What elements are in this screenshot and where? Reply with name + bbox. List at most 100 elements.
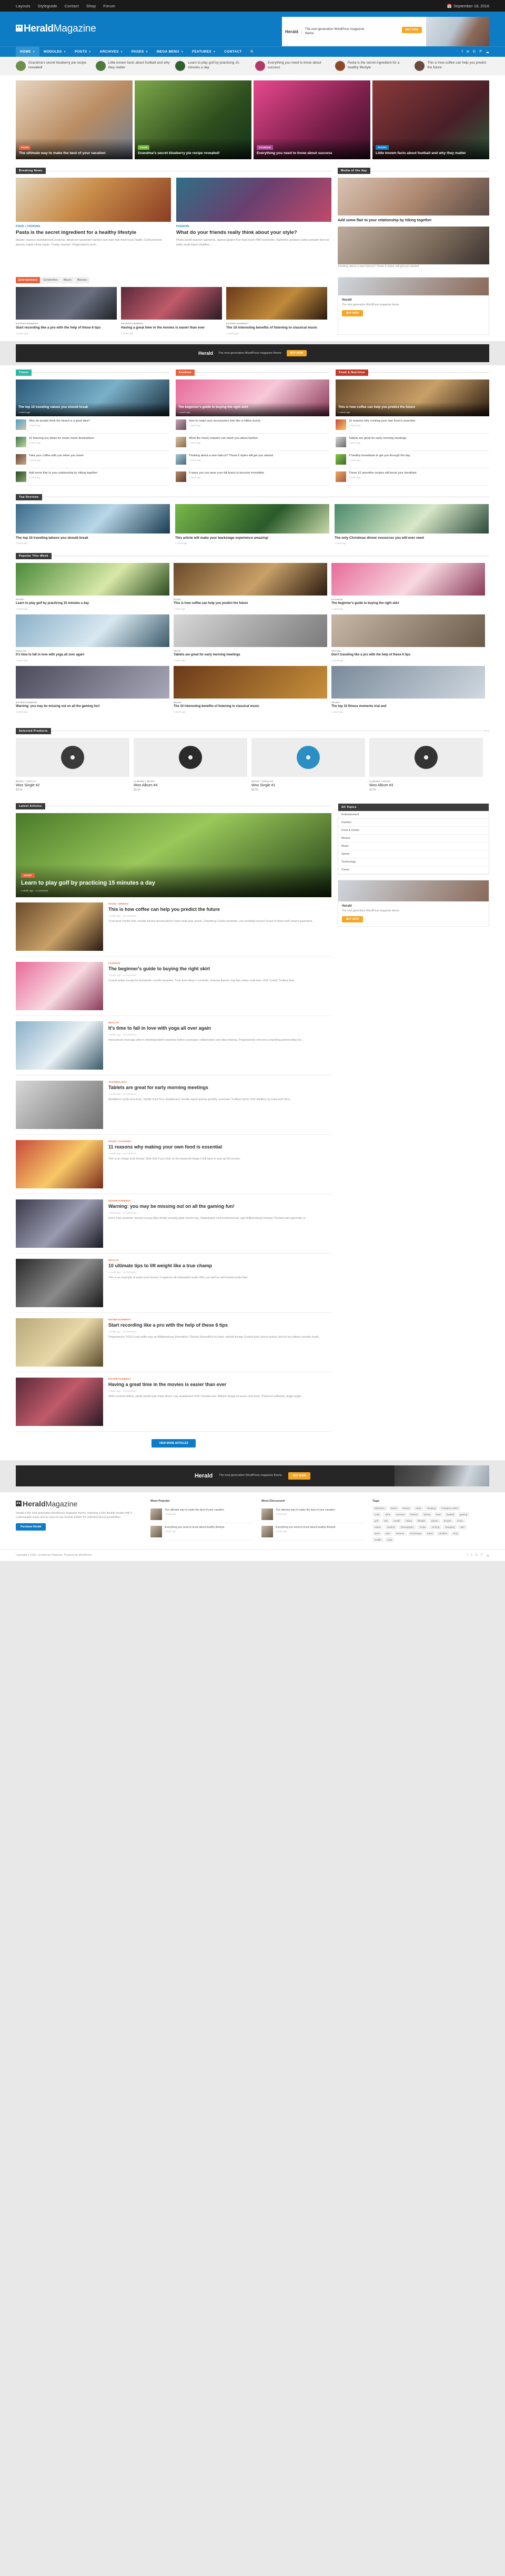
column-list-item[interactable]: What the music industry can teach you ab… (176, 434, 329, 451)
topic-link[interactable]: Fashion (338, 819, 489, 827)
google-plus-icon[interactable]: G (475, 1554, 478, 1557)
tag-chip[interactable]: drink (383, 1512, 392, 1517)
column-list-item[interactable]: 6 healthy breakfasts to get you through … (336, 451, 489, 468)
hero-card[interactable]: FASHION Everything you need to know about… (254, 80, 370, 159)
nav-item-archives[interactable]: ARCHIVES ▼ (96, 47, 127, 57)
tag-chip[interactable]: nutrition (385, 1524, 398, 1530)
ad-buy-button[interactable]: BUY NOW (286, 350, 307, 356)
review-card[interactable]: This article will make your backstage ex… (175, 504, 329, 545)
featured-article[interactable]: SPORT Learn to play golf by practicing 1… (16, 813, 331, 897)
header-ad-banner[interactable]: Herald The next generation WordPress mag… (282, 17, 489, 46)
topic-link[interactable]: Music (338, 843, 489, 850)
article-row[interactable]: HEALTH It's time to fall in love with yog… (16, 1016, 331, 1075)
tab-item[interactable]: Entertainment (16, 277, 41, 284)
footer-post[interactable]: Everything you need to know about health… (261, 1523, 364, 1541)
nav-item-mega-menu[interactable]: MEGA MENU ▼ (153, 47, 188, 57)
tag-chip[interactable]: vacation (436, 1531, 450, 1536)
nav-item-home[interactable]: HOME ▼ (16, 47, 39, 57)
hero-card[interactable]: FOOD The ultimate way to make the best of… (16, 80, 133, 159)
product-card[interactable]: MUSIC / VINYLS Woo Single #2 $3.00 (16, 737, 129, 792)
products-pager[interactable]: 4 of 4 (481, 730, 490, 732)
tag-chip[interactable]: movies (441, 1518, 453, 1523)
tag-chip[interactable]: football (444, 1512, 456, 1517)
topic-link[interactable]: Movies (338, 835, 489, 843)
column-list-item[interactable]: These 10 smoothie recipes will boost you… (336, 468, 489, 486)
column-list-item[interactable]: Thinking about a new haircut? These 6 st… (176, 451, 329, 468)
topic-link[interactable]: Travel (338, 866, 489, 874)
nav-item-contact[interactable]: CONTACT (220, 47, 246, 57)
tag-chip[interactable]: summer (393, 1531, 407, 1536)
tag-chip[interactable]: running (429, 1524, 442, 1530)
tab-card[interactable]: ENTERTAINMENT Start recording like a pro … (16, 287, 117, 335)
tag-chip[interactable]: camp (413, 1505, 423, 1511)
top-nav-item[interactable]: Contact (65, 4, 79, 8)
tag-chip[interactable]: photography (399, 1524, 416, 1530)
topic-link[interactable]: Entertainment (338, 811, 489, 819)
product-card[interactable]: ALBUMS / MUSIC Woo Album #3 $3.00 (369, 737, 483, 792)
column-list-item[interactable]: 10 learning you ideas for exotic travel … (16, 434, 169, 451)
tag-chip[interactable]: food (434, 1512, 443, 1517)
footer-post[interactable]: The ultimate way to make the best of you… (261, 1506, 364, 1523)
tag-chip[interactable]: style (383, 1531, 392, 1536)
review-card[interactable]: The only Christmas dinner resources you … (335, 504, 489, 545)
nav-item-pages[interactable]: PAGES ▼ (127, 47, 153, 57)
rss-icon[interactable]: ☁ (486, 50, 489, 54)
tag-chip[interactable]: camping (425, 1505, 438, 1511)
article-row[interactable]: FOOD / COOKING 11 reasons why making your… (16, 1135, 331, 1194)
article-row[interactable]: TECHNOLOGY Tablets are great for early mo… (16, 1075, 331, 1135)
promo-buy-button[interactable]: BUY NOW (342, 310, 363, 317)
ticker-item[interactable]: Everything you need to know about succes… (255, 61, 330, 71)
pinterest-icon[interactable]: P (481, 1554, 483, 1557)
column-list-item[interactable]: 5 ways you can wear your fall boots to b… (176, 468, 329, 486)
article-row[interactable]: HEALTH 10 ultimate tips to lift weight li… (16, 1254, 331, 1313)
tab-item[interactable]: Movies (75, 277, 90, 284)
tag-chip[interactable]: lifestyle (415, 1518, 428, 1523)
tag-chip[interactable]: technology (408, 1531, 423, 1536)
sidebar-promo-box-2[interactable]: Herald The next generation WordPress mag… (338, 879, 489, 927)
column-hero[interactable]: The beginner's guide to buying the right… (176, 379, 329, 416)
promo-buy-button[interactable]: BUY NOW (342, 916, 363, 922)
hero-card[interactable]: FOOD Grandma's secret blueberry pie recip… (135, 80, 251, 159)
facebook-icon[interactable]: f (462, 50, 463, 54)
top-nav-item[interactable]: Layouts (16, 4, 31, 8)
column-list-item[interactable]: How to make sure accessories look like a… (176, 416, 329, 434)
column-list-item[interactable]: Add some flair to your relationship by h… (16, 468, 169, 486)
tag-chip[interactable]: golf (372, 1518, 381, 1523)
load-more-button[interactable]: VIEW MORE ARTICLES (152, 1439, 196, 1448)
breaking-article[interactable]: FOOD / COOKING Pasta is the secret ingred… (16, 178, 171, 247)
article-row[interactable]: ENTERTAINMENT Start recording like a pro … (16, 1313, 331, 1372)
popular-card[interactable]: SPORT Learn to play golf by practicing 15… (16, 562, 169, 610)
tag-chip[interactable]: fashion (408, 1512, 420, 1517)
tag-chip[interactable]: sport (372, 1531, 382, 1536)
tag-chip[interactable]: london (429, 1518, 440, 1523)
top-nav-item[interactable]: Shop (86, 4, 96, 8)
column-hero[interactable]: This is how coffee can help you predict … (336, 379, 489, 416)
sidebar-promo-box[interactable]: Herald The next generation WordPress mag… (338, 277, 489, 335)
review-card[interactable]: The top 10 traveling taboos you should b… (16, 504, 170, 545)
mid-ad-banner[interactable]: Herald The next generation WordPress mag… (16, 344, 489, 362)
tag-chip[interactable]: cook (372, 1512, 382, 1517)
media-title-2[interactable]: Thinking about a new haircut? These 6 st… (338, 264, 489, 269)
tag-chip[interactable]: vinyl (451, 1531, 460, 1536)
nav-item-features[interactable]: FEATURES ▼ (188, 47, 220, 57)
top-nav-item[interactable]: Styleguide (38, 4, 57, 8)
ticker-item[interactable]: This is how coffee can help you predict … (415, 61, 489, 71)
ticker-item[interactable]: Learn to play golf by practicing 15 minu… (175, 61, 250, 71)
google-plus-icon[interactable]: G (473, 50, 476, 54)
tag-chip[interactable]: fitness (421, 1512, 433, 1517)
tag-chip[interactable]: adventure (372, 1505, 387, 1511)
tag-chip[interactable]: shopping (443, 1524, 457, 1530)
tag-chip[interactable]: beach (388, 1505, 399, 1511)
column-list-item[interactable]: Tablets are great for early morning meet… (336, 434, 489, 451)
article-row[interactable]: FASHION The beginner's guide to buying th… (16, 957, 331, 1016)
article-row[interactable]: ENTERTAINMENT Warning: you may be missing… (16, 1194, 331, 1254)
hero-card[interactable]: SPORT Little known facts about football a… (372, 80, 489, 159)
rss-icon[interactable]: ☁ (486, 1554, 489, 1557)
popular-card[interactable]: MUSIC The 10 interesting benefits of list… (174, 665, 327, 713)
column-list-item[interactable]: Why do people think the beach is a good … (16, 416, 169, 434)
nav-item-modules[interactable]: MODULES ▼ (39, 47, 70, 57)
tag-chip[interactable]: travel (425, 1531, 435, 1536)
product-card[interactable]: ALBUMS / MUSIC Woo Album #4 $3.00 (134, 737, 247, 792)
tag-chip[interactable]: weight (372, 1537, 383, 1542)
footer-logo[interactable]: Herald Magazine (16, 1500, 142, 1508)
